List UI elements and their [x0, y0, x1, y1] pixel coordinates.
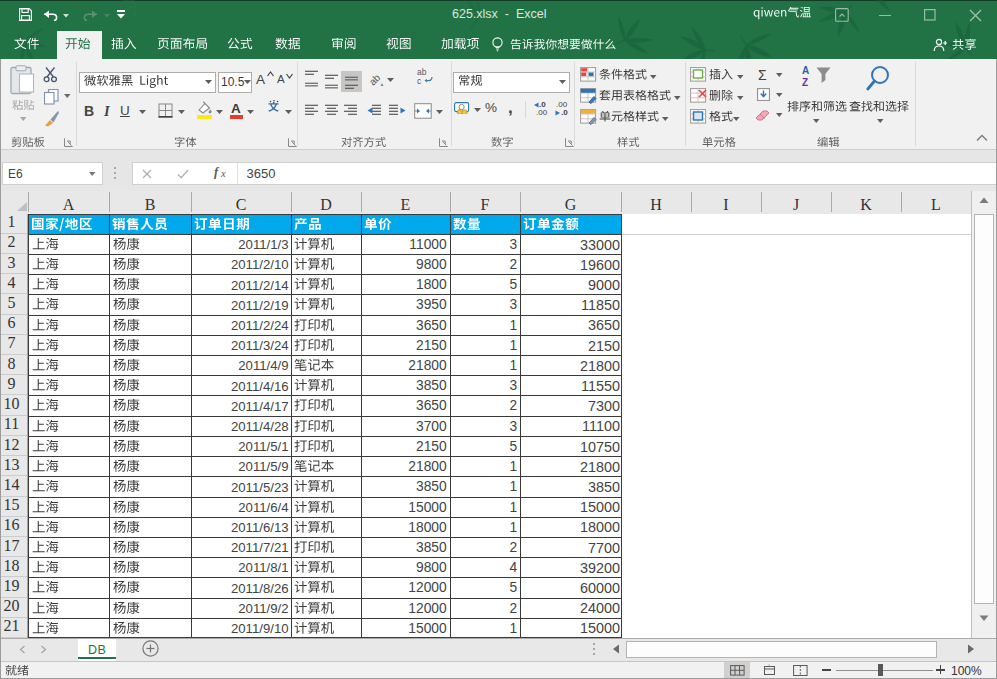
- svg-text:ab: ab: [368, 72, 383, 87]
